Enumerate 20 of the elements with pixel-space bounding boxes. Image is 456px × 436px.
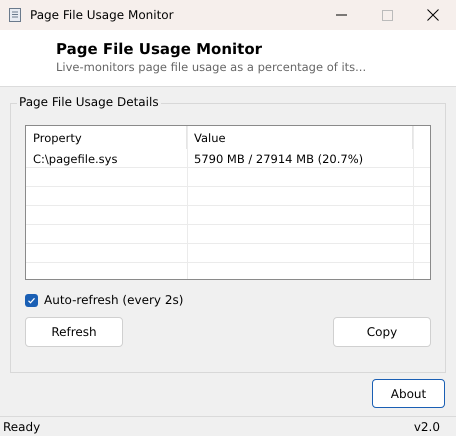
table-cell-text: C:\pagefile.sys <box>32 150 118 168</box>
refresh-button[interactable]: Refresh <box>25 317 123 347</box>
maximize-icon <box>382 10 392 20</box>
checkbox-label: Auto-refresh (every 2s) <box>44 293 184 307</box>
copy-button[interactable]: Copy <box>333 317 431 347</box>
status-text: Ready <box>3 420 40 434</box>
checkmark-icon <box>27 296 36 304</box>
app-icon <box>8 8 22 22</box>
about-button[interactable]: About <box>372 379 445 408</box>
minimize-icon <box>336 14 346 16</box>
auto-refresh-checkbox[interactable] <box>25 294 38 306</box>
close-icon <box>427 9 439 21</box>
app-description: Live-monitors page file usage as a percentage of its... <box>56 60 368 74</box>
version-text: v2.0 <box>414 420 440 434</box>
column-header[interactable]: Property <box>26 126 187 149</box>
group-title: Page File Usage Details <box>17 95 161 109</box>
table-cell-text: 5790 MB / 27914 MB (20.7%) <box>193 150 364 168</box>
app-heading: Page File Usage Monitor <box>56 40 264 58</box>
window-title: Page File Usage Monitor <box>30 8 175 22</box>
column-header[interactable]: Value <box>187 126 413 149</box>
